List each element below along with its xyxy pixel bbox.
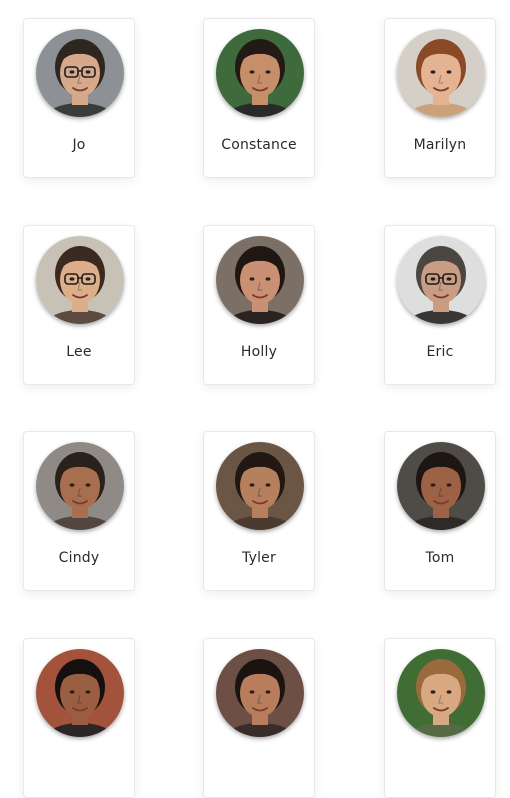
portrait-image	[216, 29, 304, 117]
avatar	[216, 442, 304, 530]
contact-name: Constance	[221, 137, 297, 153]
contact-card[interactable]: Cindy	[23, 431, 135, 591]
contact-name: Cindy	[58, 550, 100, 566]
contact-name: Tyler	[242, 550, 276, 566]
contact-name: Eric	[426, 344, 454, 360]
contact-card[interactable]: Holly	[203, 225, 315, 385]
contact-card[interactable]: Eric	[384, 225, 496, 385]
contact-name: Lee	[66, 344, 92, 360]
contact-card[interactable]: Tyler	[203, 431, 315, 591]
contact-name: Jo	[72, 137, 86, 153]
avatar	[397, 236, 485, 324]
portrait-image	[397, 236, 485, 324]
avatar	[397, 442, 485, 530]
avatar	[216, 29, 304, 117]
contact-card[interactable]	[203, 638, 315, 798]
portrait-image	[216, 442, 304, 530]
portrait-image	[216, 236, 304, 324]
portrait-image	[36, 649, 124, 737]
portrait-image	[397, 29, 485, 117]
portrait-image	[36, 236, 124, 324]
contact-card[interactable]: Jo	[23, 18, 135, 178]
avatar	[397, 649, 485, 737]
avatar	[397, 29, 485, 117]
portrait-image	[397, 649, 485, 737]
portrait-image	[216, 649, 304, 737]
avatar	[36, 649, 124, 737]
contact-name: Tom	[425, 550, 455, 566]
avatar	[36, 442, 124, 530]
avatar	[216, 236, 304, 324]
contact-name: Marilyn	[413, 137, 467, 153]
contacts-grid: Jo Constance Marilyn Lee Holly Eric Cind…	[0, 0, 510, 798]
portrait-image	[36, 442, 124, 530]
contact-card[interactable]: Lee	[23, 225, 135, 385]
portrait-image	[397, 442, 485, 530]
contact-card[interactable]	[23, 638, 135, 798]
avatar	[36, 29, 124, 117]
contact-card[interactable]: Constance	[203, 18, 315, 178]
contact-card[interactable]	[384, 638, 496, 798]
portrait-image	[36, 29, 124, 117]
contact-card[interactable]: Tom	[384, 431, 496, 591]
avatar	[216, 649, 304, 737]
avatar	[36, 236, 124, 324]
contact-name: Holly	[240, 344, 278, 360]
contact-card[interactable]: Marilyn	[384, 18, 496, 178]
